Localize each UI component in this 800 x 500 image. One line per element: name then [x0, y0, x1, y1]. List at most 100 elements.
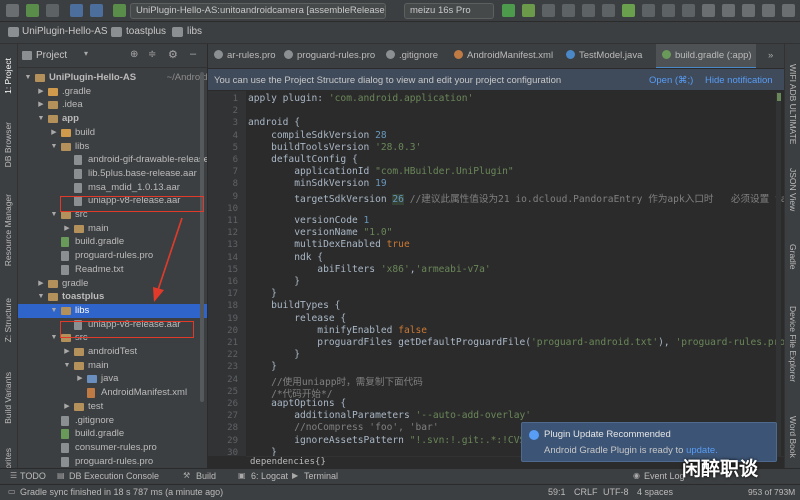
tab-resource-manager[interactable]: Resource Manager [3, 194, 13, 266]
tree-item[interactable]: ▼UniPlugin-Hello-AS~/AndroidProject... [18, 71, 207, 85]
open-folder-icon[interactable] [6, 4, 19, 17]
tab-build[interactable]: Build [196, 471, 216, 481]
tree-item[interactable]: proguard-rules.pro [18, 249, 207, 263]
run-icon[interactable] [502, 4, 515, 17]
tree-item[interactable]: android-gif-drawable-release [18, 153, 207, 167]
tab-todo[interactable]: TODO [20, 471, 46, 481]
sdk-manager-icon[interactable] [642, 4, 655, 17]
breadcrumb-project[interactable]: UniPlugin-Hello-AS [22, 26, 108, 37]
chevron-right-icon[interactable]: ▶ [50, 126, 58, 139]
tree-item[interactable]: ▼ main [18, 359, 207, 373]
debug-icon[interactable] [522, 4, 535, 17]
tab-db-execution-console[interactable]: DB Execution Console [69, 471, 159, 481]
editor-scrollbar[interactable] [776, 92, 781, 456]
tab-terminal[interactable]: Terminal [304, 471, 338, 481]
tab-project[interactable]: 1: Project [3, 58, 13, 94]
editor-tab[interactable]: TestModel.java [560, 44, 654, 68]
chevron-down-icon[interactable]: ▼ [50, 140, 58, 153]
caret-position[interactable]: 59:1 [548, 487, 566, 497]
chevron-right-icon[interactable]: ▶ [63, 345, 71, 358]
make-project-icon[interactable] [113, 4, 126, 17]
tree-item[interactable]: ▶ java [18, 372, 207, 386]
tab-device-file-explorer[interactable]: Device File Explorer [788, 306, 798, 382]
chevron-down-icon[interactable]: ▼ [63, 359, 71, 372]
editor-tab[interactable]: AndroidManifest.xml [448, 44, 558, 68]
chevron-right-icon[interactable]: ▶ [37, 277, 45, 290]
tab-json-view[interactable]: JSON View [788, 168, 798, 211]
tree-item[interactable]: ▼ libs [18, 140, 207, 154]
device-selector-combo[interactable]: meizu 16s Pro [404, 3, 494, 19]
chevron-right-icon[interactable]: ▶ [76, 372, 84, 385]
tab-structure[interactable]: Z: Structure [3, 298, 13, 342]
collapse-all-icon[interactable]: ≑ [148, 49, 156, 60]
chevron-down-icon[interactable]: ▼ [50, 208, 58, 221]
layout-inspector-icon[interactable] [662, 4, 675, 17]
tree-item[interactable]: ▶ build [18, 126, 207, 140]
editor-tab[interactable]: .gitignore [380, 44, 446, 68]
tree-item[interactable]: build.gradle [18, 235, 207, 249]
terminal-icon[interactable] [702, 4, 715, 17]
chevron-down-icon[interactable]: ▼ [37, 112, 45, 125]
editor-tab[interactable]: ar-rules.pro [208, 44, 276, 68]
gear-icon[interactable]: ⚙ [168, 48, 178, 61]
tree-item[interactable]: ▶ .gradle [18, 85, 207, 99]
device-manager-icon[interactable] [682, 4, 695, 17]
tab-gradle[interactable]: Gradle [788, 244, 798, 270]
locate-icon[interactable]: ⊕ [130, 49, 138, 60]
tree-item[interactable]: proguard-rules.pro [18, 455, 207, 468]
tree-item[interactable]: msa_mdid_1.0.13.aar [18, 181, 207, 195]
status-message[interactable]: Gradle sync finished in 18 s 787 ms (a m… [20, 487, 223, 497]
line-separator[interactable]: CRLF [574, 487, 598, 497]
editor-tab[interactable]: proguard-rules.pro [278, 44, 378, 68]
tree-item[interactable]: ▶ .idea [18, 98, 207, 112]
apply-changes-icon[interactable] [582, 4, 595, 17]
profile-icon[interactable] [542, 4, 555, 17]
tree-item[interactable]: Readme.txt [18, 263, 207, 277]
tabs-overflow-icon[interactable]: » [768, 44, 773, 68]
chevron-right-icon[interactable]: ▶ [63, 222, 71, 235]
open-project-structure-link[interactable]: Open (⌘;) [649, 75, 693, 86]
tree-item[interactable]: ▼ toastplus [18, 290, 207, 304]
indent-setting[interactable]: 4 spaces [637, 487, 673, 497]
tools-icon[interactable] [722, 4, 735, 17]
run-configuration-combo[interactable]: UniPlugin-Hello-AS:unitoandroidcamera [a… [130, 3, 386, 19]
tab-build-variants[interactable]: Build Variants [3, 372, 13, 424]
tab-wifi-adb[interactable]: WIFI ADB ULTIMATE [788, 64, 798, 144]
tree-item[interactable]: AndroidManifest.xml [18, 386, 207, 400]
sync-icon[interactable] [46, 4, 59, 17]
gear-icon[interactable] [742, 4, 755, 17]
project-view-selector[interactable]: Project [36, 50, 67, 61]
tab-db-browser[interactable]: DB Browser [3, 122, 13, 167]
chevron-down-icon[interactable]: ▾ [84, 49, 88, 58]
chevron-down-icon[interactable]: ▼ [24, 71, 32, 84]
tree-item[interactable]: ▼ libs [18, 303, 207, 318]
chevron-right-icon[interactable]: ▶ [37, 85, 45, 98]
tree-item[interactable]: ▶ androidTest [18, 345, 207, 359]
hide-notification-link[interactable]: Hide notification [705, 75, 773, 86]
tab-word-book[interactable]: Word Book [788, 416, 798, 458]
chevron-down-icon[interactable]: ▼ [50, 331, 58, 344]
redo-icon[interactable] [90, 4, 103, 17]
tree-item[interactable]: lib.5plus.base-release.aar [18, 167, 207, 181]
tree-item[interactable]: ▶ test [18, 400, 207, 414]
attach-debugger-icon[interactable] [562, 4, 575, 17]
tree-item[interactable]: ▶ main [18, 222, 207, 236]
editor-tab[interactable]: build.gradle (:app) [656, 44, 756, 68]
tree-item[interactable]: consumer-rules.pro [18, 441, 207, 455]
breadcrumb-folder[interactable]: libs [187, 26, 202, 37]
chevron-down-icon[interactable]: ▼ [50, 304, 58, 317]
file-encoding[interactable]: UTF-8 [603, 487, 629, 497]
structure-breadcrumb-item[interactable]: dependencies{} [250, 457, 326, 467]
code-editor[interactable]: apply plugin: 'com.android.application' a… [246, 91, 784, 456]
hide-panel-icon[interactable]: – [190, 48, 196, 60]
chevron-down-icon[interactable]: ▼ [37, 290, 45, 303]
tree-item[interactable]: ▼ app [18, 112, 207, 126]
tree-item[interactable]: .gitignore [18, 414, 207, 428]
tab-event-log[interactable]: Event Log [644, 471, 685, 481]
save-all-icon[interactable] [26, 4, 39, 17]
undo-icon[interactable] [70, 4, 83, 17]
user-icon[interactable] [762, 4, 775, 17]
search-icon[interactable] [782, 4, 795, 17]
chevron-right-icon[interactable]: ▶ [63, 400, 71, 413]
memory-indicator[interactable]: 953 of 793M [748, 487, 795, 497]
